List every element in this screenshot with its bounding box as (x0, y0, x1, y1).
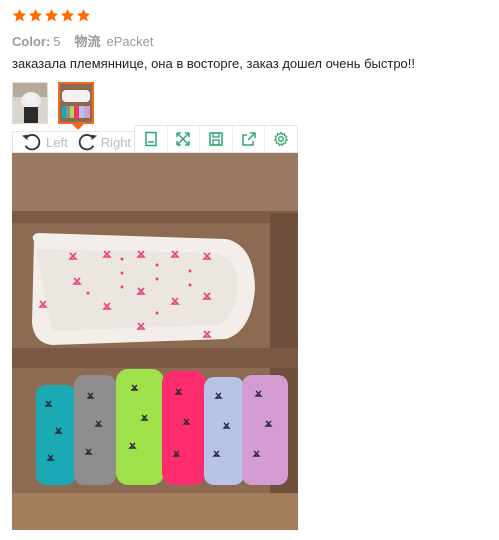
thumbnail-2-selected[interactable] (58, 82, 94, 124)
color-value: 5 (53, 34, 61, 49)
fullscreen-icon (175, 131, 191, 147)
star-icon (76, 8, 91, 23)
star-icon (12, 8, 27, 23)
image-viewer-toolbar (134, 125, 298, 153)
review-meta: Color: 5 物流 ePacket (12, 31, 154, 50)
share-icon (241, 131, 257, 147)
selected-thumbnail-pointer (72, 124, 84, 130)
settings-button[interactable] (265, 126, 297, 152)
rotate-controls: Left Right (12, 131, 138, 153)
photo-thumbnails (12, 82, 94, 124)
rotate-right-label: Right (100, 134, 132, 150)
rotate-left-label: Left (46, 134, 68, 150)
original-size-button[interactable] (135, 126, 168, 152)
review-photo (12, 153, 298, 530)
original-size-icon (143, 131, 159, 147)
star-icon (60, 8, 75, 23)
share-button[interactable] (233, 126, 266, 152)
color-label: Color: (12, 34, 51, 49)
rotate-right-button[interactable]: Right (76, 132, 131, 152)
review-photo-image (12, 153, 298, 530)
fullscreen-button[interactable] (168, 126, 201, 152)
shipping-label: 物流 (74, 34, 101, 49)
gear-icon (273, 131, 289, 147)
star-rating (12, 8, 91, 23)
rotate-left-button[interactable]: Left (21, 132, 68, 152)
star-icon (28, 8, 43, 23)
thumbnail-1-image (13, 83, 47, 123)
rotate-left-icon (21, 132, 43, 152)
star-icon (44, 8, 59, 23)
thumbnail-2-image (60, 84, 92, 122)
shipping-value: ePacket (106, 34, 154, 49)
rotate-right-icon (76, 132, 98, 152)
save-icon (208, 131, 224, 147)
save-image-button[interactable] (200, 126, 233, 152)
review-text: заказала племяннице, она в восторге, зак… (12, 56, 416, 71)
thumbnail-1[interactable] (12, 82, 48, 124)
